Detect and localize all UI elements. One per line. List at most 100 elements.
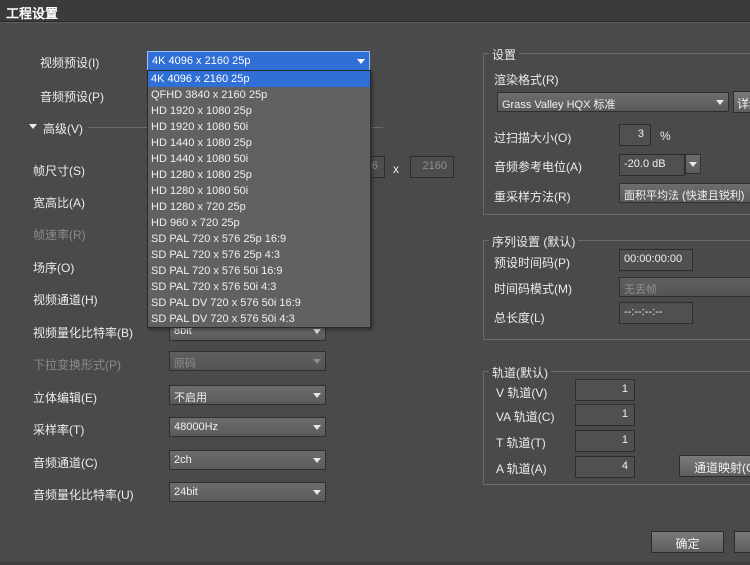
chevron-down-icon xyxy=(313,393,321,398)
chevron-down-icon xyxy=(313,458,321,463)
total-length-field: --:--:--:-- xyxy=(619,302,693,324)
dropdown-item[interactable]: HD 1440 x 1080 50i xyxy=(148,151,370,167)
preset-tc-value: 00:00:00:00 xyxy=(624,253,683,265)
resample-combo[interactable]: 面积平均法 (快速且锐利) xyxy=(619,183,750,203)
resample-label: 重采样方法(R) xyxy=(494,190,571,204)
field-order-label: 场序(O) xyxy=(33,261,75,275)
v-track-label: V 轨道(V) xyxy=(496,386,548,400)
resample-value: 面积平均法 (快速且锐利) xyxy=(624,190,745,202)
pulldown-combo[interactable]: 原码 xyxy=(169,351,326,371)
render-format-value: Grass Valley HQX 标准 xyxy=(502,99,616,111)
a-track-field[interactable]: 4 xyxy=(575,456,635,478)
pulldown-value: 原码 xyxy=(174,358,196,370)
dropdown-item[interactable]: SD PAL DV 720 x 576 50i 16:9 xyxy=(148,295,370,311)
detail-button-label: 详细 xyxy=(737,97,750,111)
dropdown-item[interactable]: HD 960 x 720 25p xyxy=(148,215,370,231)
title-divider xyxy=(0,22,750,23)
dropdown-item[interactable]: 4K 4096 x 2160 25p xyxy=(148,71,370,87)
a-track-value: 4 xyxy=(621,460,628,472)
overscan-unit: % xyxy=(660,129,671,143)
a-track-label: A 轨道(A) xyxy=(496,462,547,476)
samplerate-label: 采样率(T) xyxy=(33,423,85,437)
video-preset-dropdown-list[interactable]: 4K 4096 x 2160 25p QFHD 3840 x 2160 25p HD… xyxy=(147,70,371,328)
render-format-label: 渲染格式(R) xyxy=(494,73,559,87)
preset-tc-field[interactable]: 00:00:00:00 xyxy=(619,249,693,271)
video-preset-label: 视频预设(I) xyxy=(40,56,100,70)
v-track-value: 1 xyxy=(621,383,628,395)
stereo-value: 不启用 xyxy=(174,392,207,404)
window-title: 工程设置 xyxy=(6,6,59,21)
dropdown-item[interactable]: SD PAL 720 x 576 50i 4:3 xyxy=(148,279,370,295)
frame-height-field[interactable]: 2160 xyxy=(410,156,454,178)
collapse-triangle-icon[interactable] xyxy=(29,124,37,129)
dropdown-item[interactable]: HD 1280 x 720 25p xyxy=(148,199,370,215)
audio-ref-dropdown-button[interactable] xyxy=(685,154,701,174)
video-preset-combo[interactable]: 4K 4096 x 2160 25p xyxy=(147,51,370,71)
audio-bitdepth-combo[interactable]: 24bit xyxy=(169,482,326,502)
title-bar: 工程设置 xyxy=(0,0,750,22)
render-format-combo[interactable]: Grass Valley HQX 标准 xyxy=(497,92,729,112)
dropdown-item[interactable]: SD PAL DV 720 x 576 50i 4:3 xyxy=(148,311,370,327)
samplerate-value: 48000Hz xyxy=(174,421,219,433)
video-preset-value: 4K 4096 x 2160 25p xyxy=(152,55,251,67)
sequence-group-title: 序列设置 (默认) xyxy=(489,233,579,250)
preset-tc-label: 预设时间码(P) xyxy=(494,256,570,270)
chevron-down-icon xyxy=(357,59,365,64)
audio-channel-value: 2ch xyxy=(174,454,192,466)
aspect-label: 宽高比(A) xyxy=(33,196,85,210)
dropdown-item[interactable]: HD 1280 x 1080 50i xyxy=(148,183,370,199)
va-track-field[interactable]: 1 xyxy=(575,404,635,426)
detail-button[interactable]: 详细 xyxy=(733,91,750,113)
settings-group-title: 设置 xyxy=(489,46,520,63)
channel-map-button-label: 通道映射(C) xyxy=(694,461,750,475)
channel-map-button[interactable]: 通道映射(C) xyxy=(679,455,750,477)
dropdown-item[interactable]: SD PAL 720 x 576 25p 4:3 xyxy=(148,247,370,263)
audio-channel-combo[interactable]: 2ch xyxy=(169,450,326,470)
dropdown-item[interactable]: SD PAL 720 x 576 25p 16:9 xyxy=(148,231,370,247)
advanced-label[interactable]: 高级(V) xyxy=(43,120,83,137)
va-track-value: 1 xyxy=(621,408,628,420)
dropdown-item[interactable]: SD PAL 720 x 576 50i 16:9 xyxy=(148,263,370,279)
chevron-down-icon xyxy=(313,359,321,364)
tc-mode-value: 无丢帧 xyxy=(624,284,657,296)
audio-channel-label: 音频通道(C) xyxy=(33,456,98,470)
ok-button[interactable]: 确定 xyxy=(651,531,724,553)
audio-ref-value: -20.0 dB xyxy=(624,158,666,170)
dropdown-item[interactable]: HD 1920 x 1080 50i xyxy=(148,119,370,135)
overscan-label: 过扫描大小(O) xyxy=(494,131,572,145)
audio-ref-field[interactable]: -20.0 dB xyxy=(619,154,685,176)
dropdown-item[interactable]: HD 1280 x 1080 25p xyxy=(148,167,370,183)
tc-mode-combo[interactable]: 无丢帧 xyxy=(619,277,750,297)
frame-size-x: x xyxy=(393,162,399,176)
v-track-field[interactable]: 1 xyxy=(575,379,635,401)
tc-mode-label: 时间码模式(M) xyxy=(494,282,572,296)
audio-bitdepth-label: 音频量化比特率(U) xyxy=(33,488,134,502)
video-channel-label: 视频通道(H) xyxy=(33,293,98,307)
video-bitdepth-label: 视频量化比特率(B) xyxy=(33,326,133,340)
chevron-down-icon xyxy=(313,329,321,334)
pulldown-label: 下拉变换形式(P) xyxy=(33,358,121,372)
stereo-label: 立体编辑(E) xyxy=(33,391,97,405)
total-length-label: 总长度(L) xyxy=(494,311,545,325)
audio-ref-label: 音频参考电位(A) xyxy=(494,160,582,174)
t-track-label: T 轨道(T) xyxy=(496,436,546,450)
chevron-down-icon xyxy=(313,490,321,495)
framerate-label: 帧速率(R) xyxy=(33,228,86,242)
stereo-combo[interactable]: 不启用 xyxy=(169,385,326,405)
dropdown-item[interactable]: QFHD 3840 x 2160 25p xyxy=(148,87,370,103)
dropdown-item[interactable]: HD 1440 x 1080 25p xyxy=(148,135,370,151)
frame-size-label: 帧尺寸(S) xyxy=(33,164,85,178)
chevron-down-icon xyxy=(313,425,321,430)
samplerate-combo[interactable]: 48000Hz xyxy=(169,417,326,437)
frame-height-value: 2160 xyxy=(422,160,447,172)
chevron-down-icon xyxy=(689,162,697,167)
tracks-group-title: 轨道(默认) xyxy=(489,364,551,381)
advanced-divider-right xyxy=(371,127,383,128)
ok-button-label: 确定 xyxy=(675,537,700,551)
va-track-label: VA 轨道(C) xyxy=(496,410,555,424)
cancel-button[interactable]: 取消 xyxy=(734,531,750,553)
dropdown-item[interactable]: HD 1920 x 1080 25p xyxy=(148,103,370,119)
t-track-field[interactable]: 1 xyxy=(575,430,635,452)
overscan-field[interactable]: 3 xyxy=(619,124,651,146)
total-length-value: --:--:--:-- xyxy=(624,306,663,318)
